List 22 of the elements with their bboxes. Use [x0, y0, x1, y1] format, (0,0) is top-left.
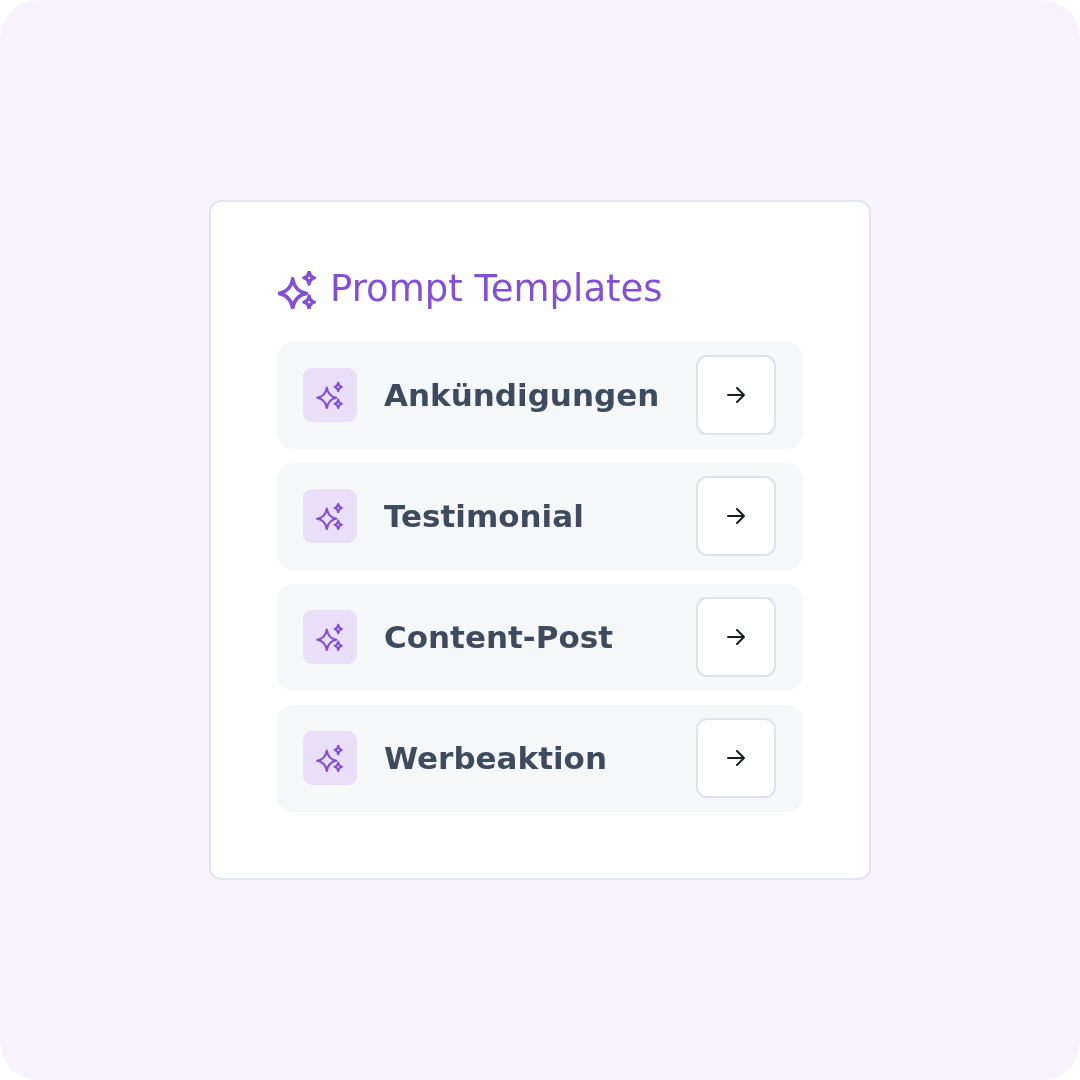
sparkles-icon [303, 489, 357, 544]
arrow-right-icon [727, 629, 745, 646]
template-label: Testimonial [384, 498, 585, 535]
arrow-right-icon [727, 508, 745, 525]
arrow-right-icon [727, 387, 745, 404]
arrow-right-icon [727, 750, 745, 767]
sparkles-icon [303, 731, 357, 786]
template-row[interactable]: Werbeaktion [277, 704, 803, 812]
open-template-button[interactable] [696, 476, 776, 557]
template-label: Werbeaktion [384, 740, 608, 777]
open-template-button[interactable] [696, 718, 776, 799]
template-label: Content-Post [384, 619, 614, 656]
open-template-button[interactable] [696, 355, 776, 436]
template-row[interactable]: Content-Post [277, 583, 803, 691]
sparkles-icon [278, 270, 316, 309]
sparkles-icon [303, 368, 357, 423]
template-label: Ankündigungen [384, 377, 661, 414]
template-row[interactable]: Ankündigungen [277, 341, 803, 449]
open-template-button[interactable] [696, 597, 776, 678]
sparkles-icon [303, 610, 357, 665]
panel-title: Prompt Templates [330, 269, 663, 310]
template-row[interactable]: Testimonial [277, 462, 803, 570]
